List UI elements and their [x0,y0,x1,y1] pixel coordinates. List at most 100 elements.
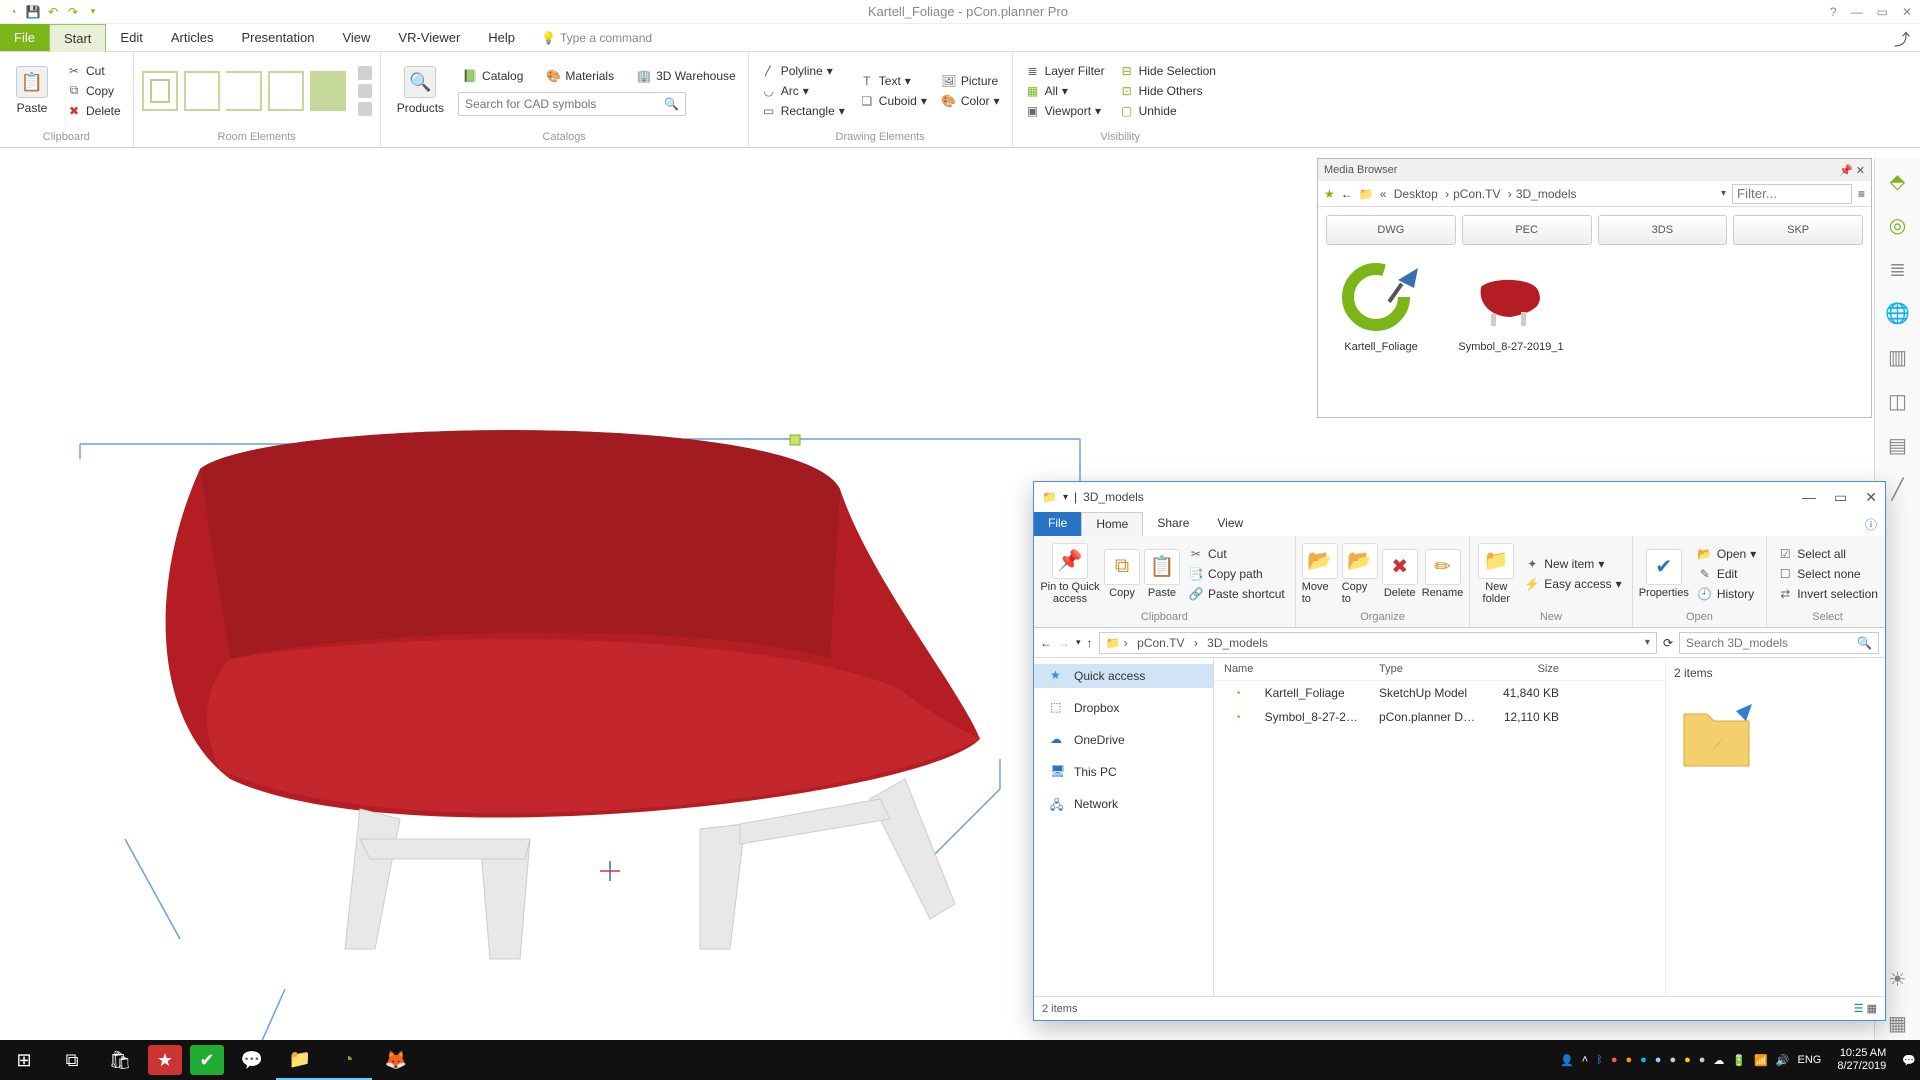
media-pin-icon[interactable]: 📌 [1839,165,1853,177]
tray-app4-icon[interactable]: ● [1655,1054,1662,1066]
ecopypath-button[interactable]: 📑Copy path [1184,564,1289,584]
catalog-search-input[interactable] [465,97,664,111]
taskview-icon[interactable]: ⧉ [48,1040,96,1080]
tray-up-icon[interactable]: ˄ [1582,1054,1588,1066]
firefox-icon[interactable]: 🦊 [372,1040,420,1080]
view-details-icon[interactable]: ☰ [1854,1003,1864,1015]
warehouse-button[interactable]: 🏢3D Warehouse [632,66,740,86]
col-name[interactable]: Name [1214,658,1369,680]
save-icon[interactable]: 💾 [26,5,40,19]
open-button[interactable]: 📂Open ▾ [1693,544,1760,564]
wall-rect-icon[interactable] [142,71,178,111]
etab-home[interactable]: Home [1081,512,1143,536]
tab-file[interactable]: File [0,24,49,51]
hidesel-button[interactable]: ⊟Hide Selection [1115,61,1220,81]
all-button[interactable]: ▦All ▾ [1021,81,1109,101]
rename-button[interactable]: ✏Rename [1422,549,1464,599]
addr-refresh-icon[interactable]: ⟳ [1663,636,1673,650]
media-item-1[interactable]: Symbol_8-27-2019_1 [1456,257,1566,353]
tray-app2-icon[interactable]: ● [1625,1054,1632,1066]
maximize-icon[interactable]: ▭ [1877,5,1888,19]
moveto-button[interactable]: 📂Move to [1302,543,1338,605]
media-view-icon[interactable]: ≡ [1858,187,1865,201]
edelete-button[interactable]: ✖Delete [1382,549,1418,599]
paste-button[interactable]: 📋 Paste [8,62,56,119]
sidetool-cube-icon[interactable]: ⬘ [1881,164,1915,198]
start-button[interactable]: ⊞ [0,1040,48,1080]
store-icon[interactable]: 🛍 [96,1040,144,1080]
newfolder-button[interactable]: 📁New folder [1476,543,1516,605]
tray-lang[interactable]: ENG [1798,1054,1822,1066]
tab-presentation[interactable]: Presentation [227,24,328,51]
media-filter-input[interactable] [1732,184,1852,204]
type-command[interactable]: 💡Type a command [541,31,652,45]
tray-bt-icon[interactable]: ᛒ [1596,1054,1603,1066]
text-button[interactable]: TText ▾ [855,71,931,91]
sidebar-quick[interactable]: ★Quick access [1034,664,1213,688]
catalog-button[interactable]: 📗Catalog [458,66,527,86]
tray-people-icon[interactable]: 👤 [1560,1054,1574,1067]
arc-button[interactable]: ◡Arc ▾ [757,81,849,101]
whatsapp-icon[interactable]: 💬 [228,1040,276,1080]
addr-crumb-0[interactable]: pCon.TV [1137,636,1184,650]
addr-up-icon[interactable]: ↑ [1087,636,1093,650]
fmt-3ds-button[interactable]: 3DS [1598,215,1728,245]
copyto-button[interactable]: 📂Copy to [1342,543,1378,605]
search-icon[interactable]: 🔍 [664,97,679,111]
sidetool-globe-icon[interactable]: 🌐 [1881,296,1915,330]
picture-button[interactable]: 🖼Picture [937,71,1004,91]
delete-button[interactable]: ✖Delete [62,101,125,121]
fmt-skp-button[interactable]: SKP [1733,215,1863,245]
room-tool-3-icon[interactable] [358,102,372,116]
list-row-1[interactable]: ◔ Symbol_8-27-2019_10... pCon.planner Dr… [1214,705,1665,729]
col-type[interactable]: Type [1369,658,1489,680]
explorer-task-icon[interactable]: 📁 [276,1040,324,1080]
media-close-icon[interactable]: ✕ [1856,165,1865,177]
etab-file[interactable]: File [1034,512,1081,536]
pin-button[interactable]: 📌Pin to Quick access [1040,543,1100,605]
share-icon[interactable]: ⤴ [1894,26,1910,50]
addr-back-icon[interactable]: ← [1040,636,1052,650]
ecut-button[interactable]: ✂Cut [1184,544,1289,564]
tray-app5-icon[interactable]: ● [1669,1054,1676,1066]
wall-fill-icon[interactable] [310,71,346,111]
rectangle-button[interactable]: ▭Rectangle ▾ [757,101,849,121]
history-button[interactable]: 🕘History [1693,584,1760,604]
cut-button[interactable]: ✂Cut [62,61,125,81]
viewport-button[interactable]: ▣Viewport ▾ [1021,101,1109,121]
tab-help[interactable]: Help [474,24,529,51]
sidebar-network[interactable]: 🖧Network [1034,792,1213,816]
selectnone-button[interactable]: ☐Select none [1773,564,1882,584]
ecopy-button[interactable]: ⧉Copy [1104,549,1140,599]
epaste-button[interactable]: 📋Paste [1144,549,1180,599]
products-button[interactable]: 🔍 Products [389,62,452,119]
tray-battery-icon[interactable]: 🔋 [1732,1054,1746,1067]
hideoth-button[interactable]: ⊡Hide Others [1115,81,1220,101]
easyaccess-button[interactable]: ⚡Easy access ▾ [1520,574,1625,594]
addr-fwd-icon[interactable]: → [1058,636,1070,650]
room-tool-2-icon[interactable] [358,84,372,98]
catalog-search[interactable]: 🔍 [458,92,686,116]
tab-edit[interactable]: Edit [106,24,156,51]
tab-view[interactable]: View [328,24,384,51]
view-large-icon[interactable]: ▦ [1867,1003,1877,1015]
fmt-pec-button[interactable]: PEC [1462,215,1592,245]
explorer-max-icon[interactable]: ▭ [1834,489,1847,506]
room-tool-1-icon[interactable] [358,66,372,80]
wall-l-icon[interactable] [184,71,220,111]
sidetool-stairs-icon[interactable]: ▤ [1881,428,1915,462]
edit-button[interactable]: ✎Edit [1693,564,1760,584]
etab-view[interactable]: View [1203,512,1257,536]
unhide-button[interactable]: ▢Unhide [1115,101,1220,121]
properties-button[interactable]: ✔Properties [1639,549,1689,599]
wall-frame-icon[interactable] [268,71,304,111]
tray-wifi-icon[interactable]: 📶 [1754,1054,1768,1067]
newitem-button[interactable]: ✦New item ▾ [1520,554,1625,574]
explorer-help-icon[interactable]: ⓘ [1857,512,1885,536]
sidetool-target-icon[interactable]: ◎ [1881,208,1915,242]
wall-open-icon[interactable] [226,71,262,111]
layerfilter-button[interactable]: ≣Layer Filter [1021,61,1109,81]
media-breadcrumb[interactable]: « Desktop › pCon.TV › 3D_models ▾ [1380,187,1726,201]
cuboid-button[interactable]: ❏Cuboid ▾ [855,91,931,111]
addr-crumb-1[interactable]: 3D_models [1207,636,1268,650]
